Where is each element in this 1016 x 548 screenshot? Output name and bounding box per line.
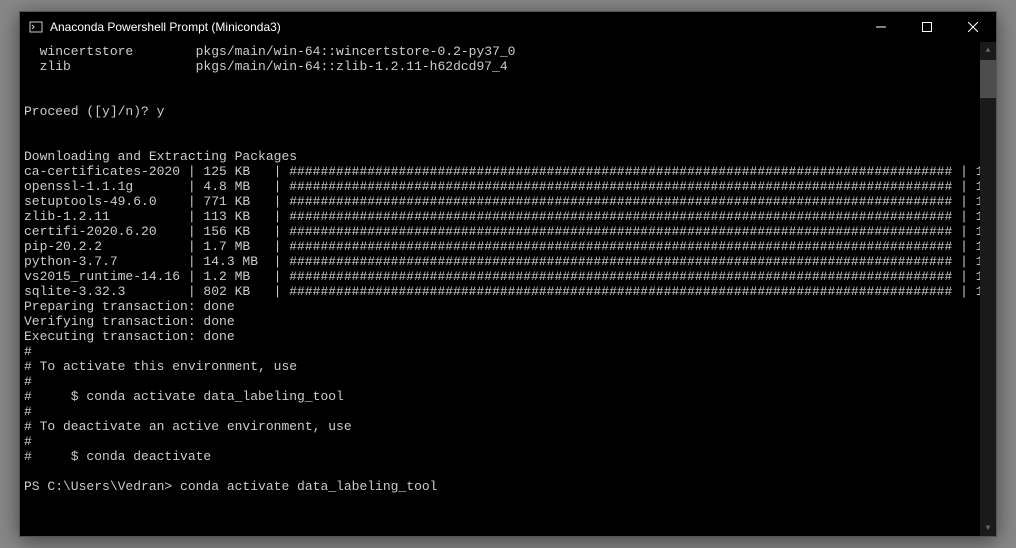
window-title: Anaconda Powershell Prompt (Miniconda3): [50, 20, 858, 34]
scroll-up-button[interactable]: ▲: [980, 42, 996, 58]
minimize-button[interactable]: [858, 12, 904, 42]
terminal-window: Anaconda Powershell Prompt (Miniconda3) …: [19, 11, 997, 537]
titlebar[interactable]: Anaconda Powershell Prompt (Miniconda3): [20, 12, 996, 42]
maximize-button[interactable]: [904, 12, 950, 42]
window-controls: [858, 12, 996, 42]
scrollbar[interactable]: ▲ ▼: [980, 42, 996, 536]
close-button[interactable]: [950, 12, 996, 42]
scroll-thumb[interactable]: [980, 60, 996, 98]
scroll-down-button[interactable]: ▼: [980, 520, 996, 536]
terminal-output[interactable]: wincertstore pkgs/main/win-64::wincertst…: [20, 42, 980, 536]
terminal-area: wincertstore pkgs/main/win-64::wincertst…: [20, 42, 996, 536]
app-icon: [28, 19, 44, 35]
